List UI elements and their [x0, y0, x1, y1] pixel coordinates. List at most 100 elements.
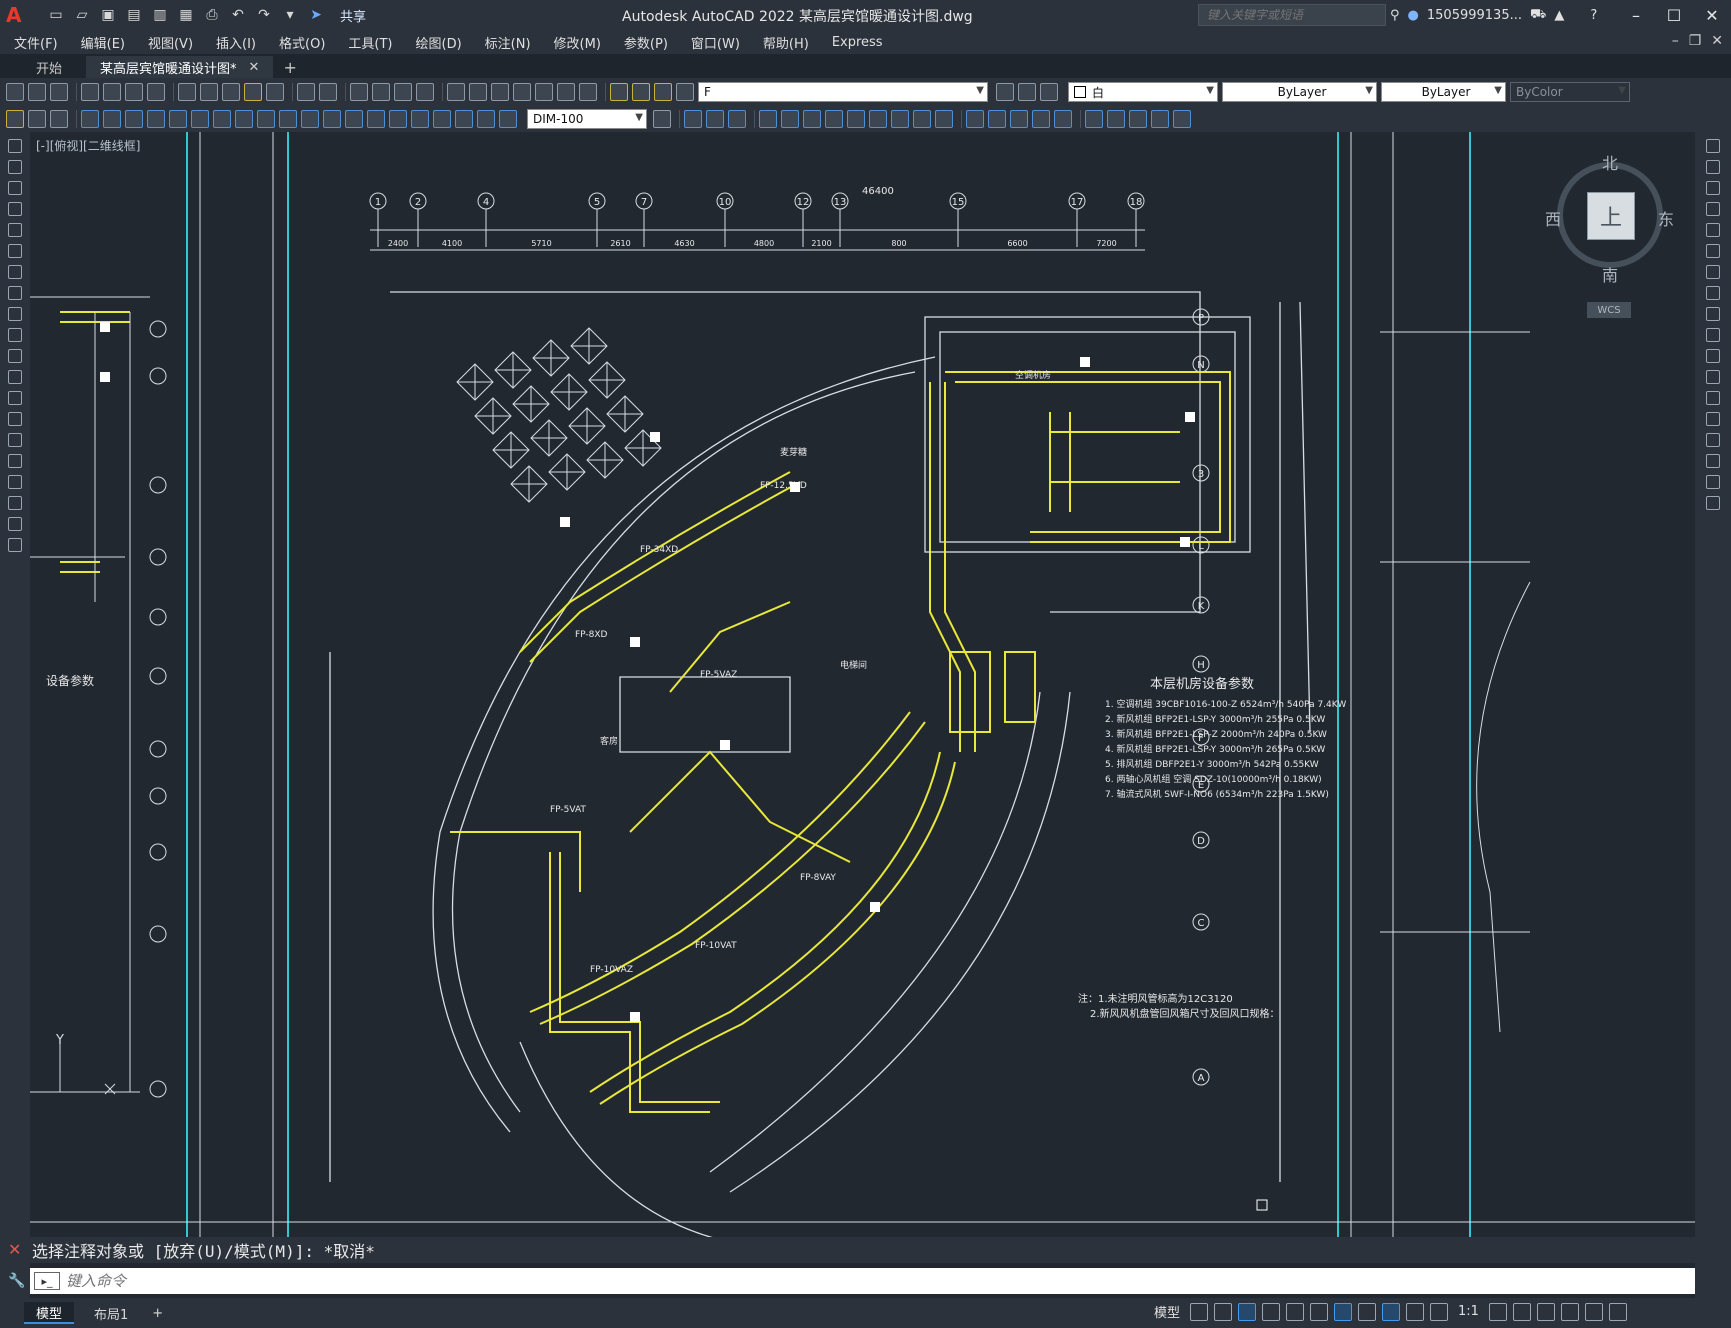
copy-tool-icon[interactable]	[684, 110, 702, 128]
menu-tools[interactable]: 工具(T)	[348, 33, 392, 52]
polyline-icon[interactable]	[8, 181, 22, 195]
save-tb-icon[interactable]	[50, 83, 68, 101]
add-layout-icon[interactable]: +	[140, 1302, 175, 1324]
ellipse-icon[interactable]	[8, 328, 22, 342]
offset-side-icon[interactable]	[1706, 202, 1720, 216]
compass-east[interactable]: 东	[1658, 206, 1674, 230]
array-icon[interactable]	[1010, 110, 1028, 128]
tool-palettes-icon[interactable]	[491, 83, 509, 101]
share-button[interactable]: 共享	[340, 6, 366, 25]
lineweight-icon[interactable]	[1358, 1302, 1377, 1321]
layer-sun-icon[interactable]	[654, 83, 672, 101]
maximize-icon[interactable]: ☐	[1655, 0, 1693, 30]
doc-minimize-icon[interactable]: –	[1672, 33, 1679, 49]
offset-icon[interactable]	[728, 110, 746, 128]
fillet-side-icon[interactable]	[1706, 454, 1720, 468]
undo-icon[interactable]: ↶	[228, 5, 248, 25]
compass-north[interactable]: 北	[1602, 150, 1618, 174]
rectangle-icon[interactable]	[8, 223, 22, 237]
polar-icon[interactable]	[1262, 1302, 1281, 1321]
markup-icon[interactable]	[535, 83, 553, 101]
ellipse-arc-icon[interactable]	[8, 349, 22, 363]
3dprint-icon[interactable]	[147, 83, 165, 101]
trim-side-icon[interactable]	[1706, 328, 1720, 342]
draw-order-icon[interactable]	[6, 110, 24, 128]
qnew-icon[interactable]	[6, 83, 24, 101]
linetype-dropdown[interactable]: ByLayer ▼	[1222, 82, 1377, 102]
menu-view[interactable]: 视图(V)	[148, 33, 193, 52]
dim-diameter-icon[interactable]	[213, 110, 231, 128]
move-icon[interactable]	[759, 110, 777, 128]
dim-angular-icon[interactable]	[235, 110, 253, 128]
circle-icon[interactable]	[8, 265, 22, 279]
menu-express[interactable]: Express	[832, 35, 883, 50]
rotate-side-icon[interactable]	[1706, 265, 1720, 279]
layer-walk-icon[interactable]	[28, 110, 46, 128]
block-insert-icon[interactable]	[1085, 110, 1103, 128]
grid-icon[interactable]	[1190, 1302, 1209, 1321]
dim-ordinate-icon[interactable]	[147, 110, 165, 128]
region-icon[interactable]	[8, 475, 22, 489]
layer-lock-icon[interactable]	[676, 83, 694, 101]
calculator-icon[interactable]	[557, 83, 575, 101]
pan-icon[interactable]	[350, 83, 368, 101]
xref-icon[interactable]	[1129, 110, 1147, 128]
annotation-scale-icon[interactable]	[1430, 1302, 1449, 1321]
dim-jogged-icon[interactable]	[191, 110, 209, 128]
revcloud-icon[interactable]	[8, 286, 22, 300]
help-search-box[interactable]	[1198, 4, 1386, 26]
workspace-gear-icon[interactable]	[1488, 1302, 1507, 1321]
menu-edit[interactable]: 编辑(E)	[81, 33, 125, 52]
block-create-icon[interactable]	[1107, 110, 1125, 128]
dim-baseline-icon[interactable]	[279, 110, 297, 128]
break-side-icon[interactable]	[1706, 391, 1720, 405]
insert-block-icon[interactable]	[8, 370, 22, 384]
menu-insert[interactable]: 插入(I)	[216, 33, 256, 52]
break-icon[interactable]	[891, 110, 909, 128]
plot-icon[interactable]: ▦	[176, 5, 196, 25]
redo-tb-icon[interactable]	[319, 83, 337, 101]
mirror-icon[interactable]	[706, 110, 724, 128]
command-input[interactable]	[66, 1272, 1566, 1290]
help-icon[interactable]: ?	[1590, 8, 1597, 23]
table-icon[interactable]	[8, 496, 22, 510]
stretch-icon[interactable]	[825, 110, 843, 128]
undo-tb-icon[interactable]	[297, 83, 315, 101]
properties-icon[interactable]	[447, 83, 465, 101]
publish-icon[interactable]: ▥	[150, 5, 170, 25]
doc-restore-icon[interactable]: ❐	[1689, 33, 1702, 49]
menu-format[interactable]: 格式(O)	[279, 33, 325, 52]
copy-icon[interactable]	[200, 83, 218, 101]
cut-icon[interactable]	[178, 83, 196, 101]
preview-icon[interactable]	[103, 83, 121, 101]
minimize-icon[interactable]: –	[1617, 0, 1655, 30]
dim-continue-icon[interactable]	[301, 110, 319, 128]
layer-bulb-icon[interactable]	[632, 83, 650, 101]
clean-screen-icon[interactable]	[1584, 1302, 1603, 1321]
stretch-side-icon[interactable]	[1706, 307, 1720, 321]
fillet-icon[interactable]	[966, 110, 984, 128]
point-icon[interactable]	[8, 412, 22, 426]
polygon-icon[interactable]	[8, 202, 22, 216]
cart-icon[interactable]: ⛟	[1530, 7, 1546, 24]
share-icon[interactable]: ➤	[306, 5, 326, 25]
isolate-icon[interactable]	[50, 110, 68, 128]
design-center-icon[interactable]	[469, 83, 487, 101]
layer-dropdown[interactable]: F ▼	[698, 82, 988, 102]
object-snap-tracking-icon[interactable]	[1310, 1302, 1329, 1321]
graphics-performance-icon[interactable]	[1560, 1302, 1579, 1321]
menu-draw[interactable]: 绘图(D)	[416, 33, 462, 52]
compass-west[interactable]: 西	[1545, 206, 1561, 230]
block-editor-icon[interactable]	[266, 83, 284, 101]
annotation-scale-value[interactable]: 1:1	[1454, 1304, 1483, 1319]
viewport-controls[interactable]: [-][俯视][二维线框]	[36, 137, 140, 154]
copy-side-icon[interactable]	[1706, 160, 1720, 174]
dim-break-icon[interactable]	[345, 110, 363, 128]
scale-side-icon[interactable]	[1706, 286, 1720, 300]
add-selected-icon[interactable]	[8, 538, 22, 552]
lineweight-dropdown[interactable]: ByLayer ▼	[1381, 82, 1506, 102]
new-tab-icon[interactable]: +	[283, 56, 296, 78]
command-handle[interactable]: 🔧	[0, 1263, 30, 1298]
user-icon[interactable]: ●	[1408, 8, 1419, 23]
blend-icon[interactable]	[1706, 475, 1720, 489]
